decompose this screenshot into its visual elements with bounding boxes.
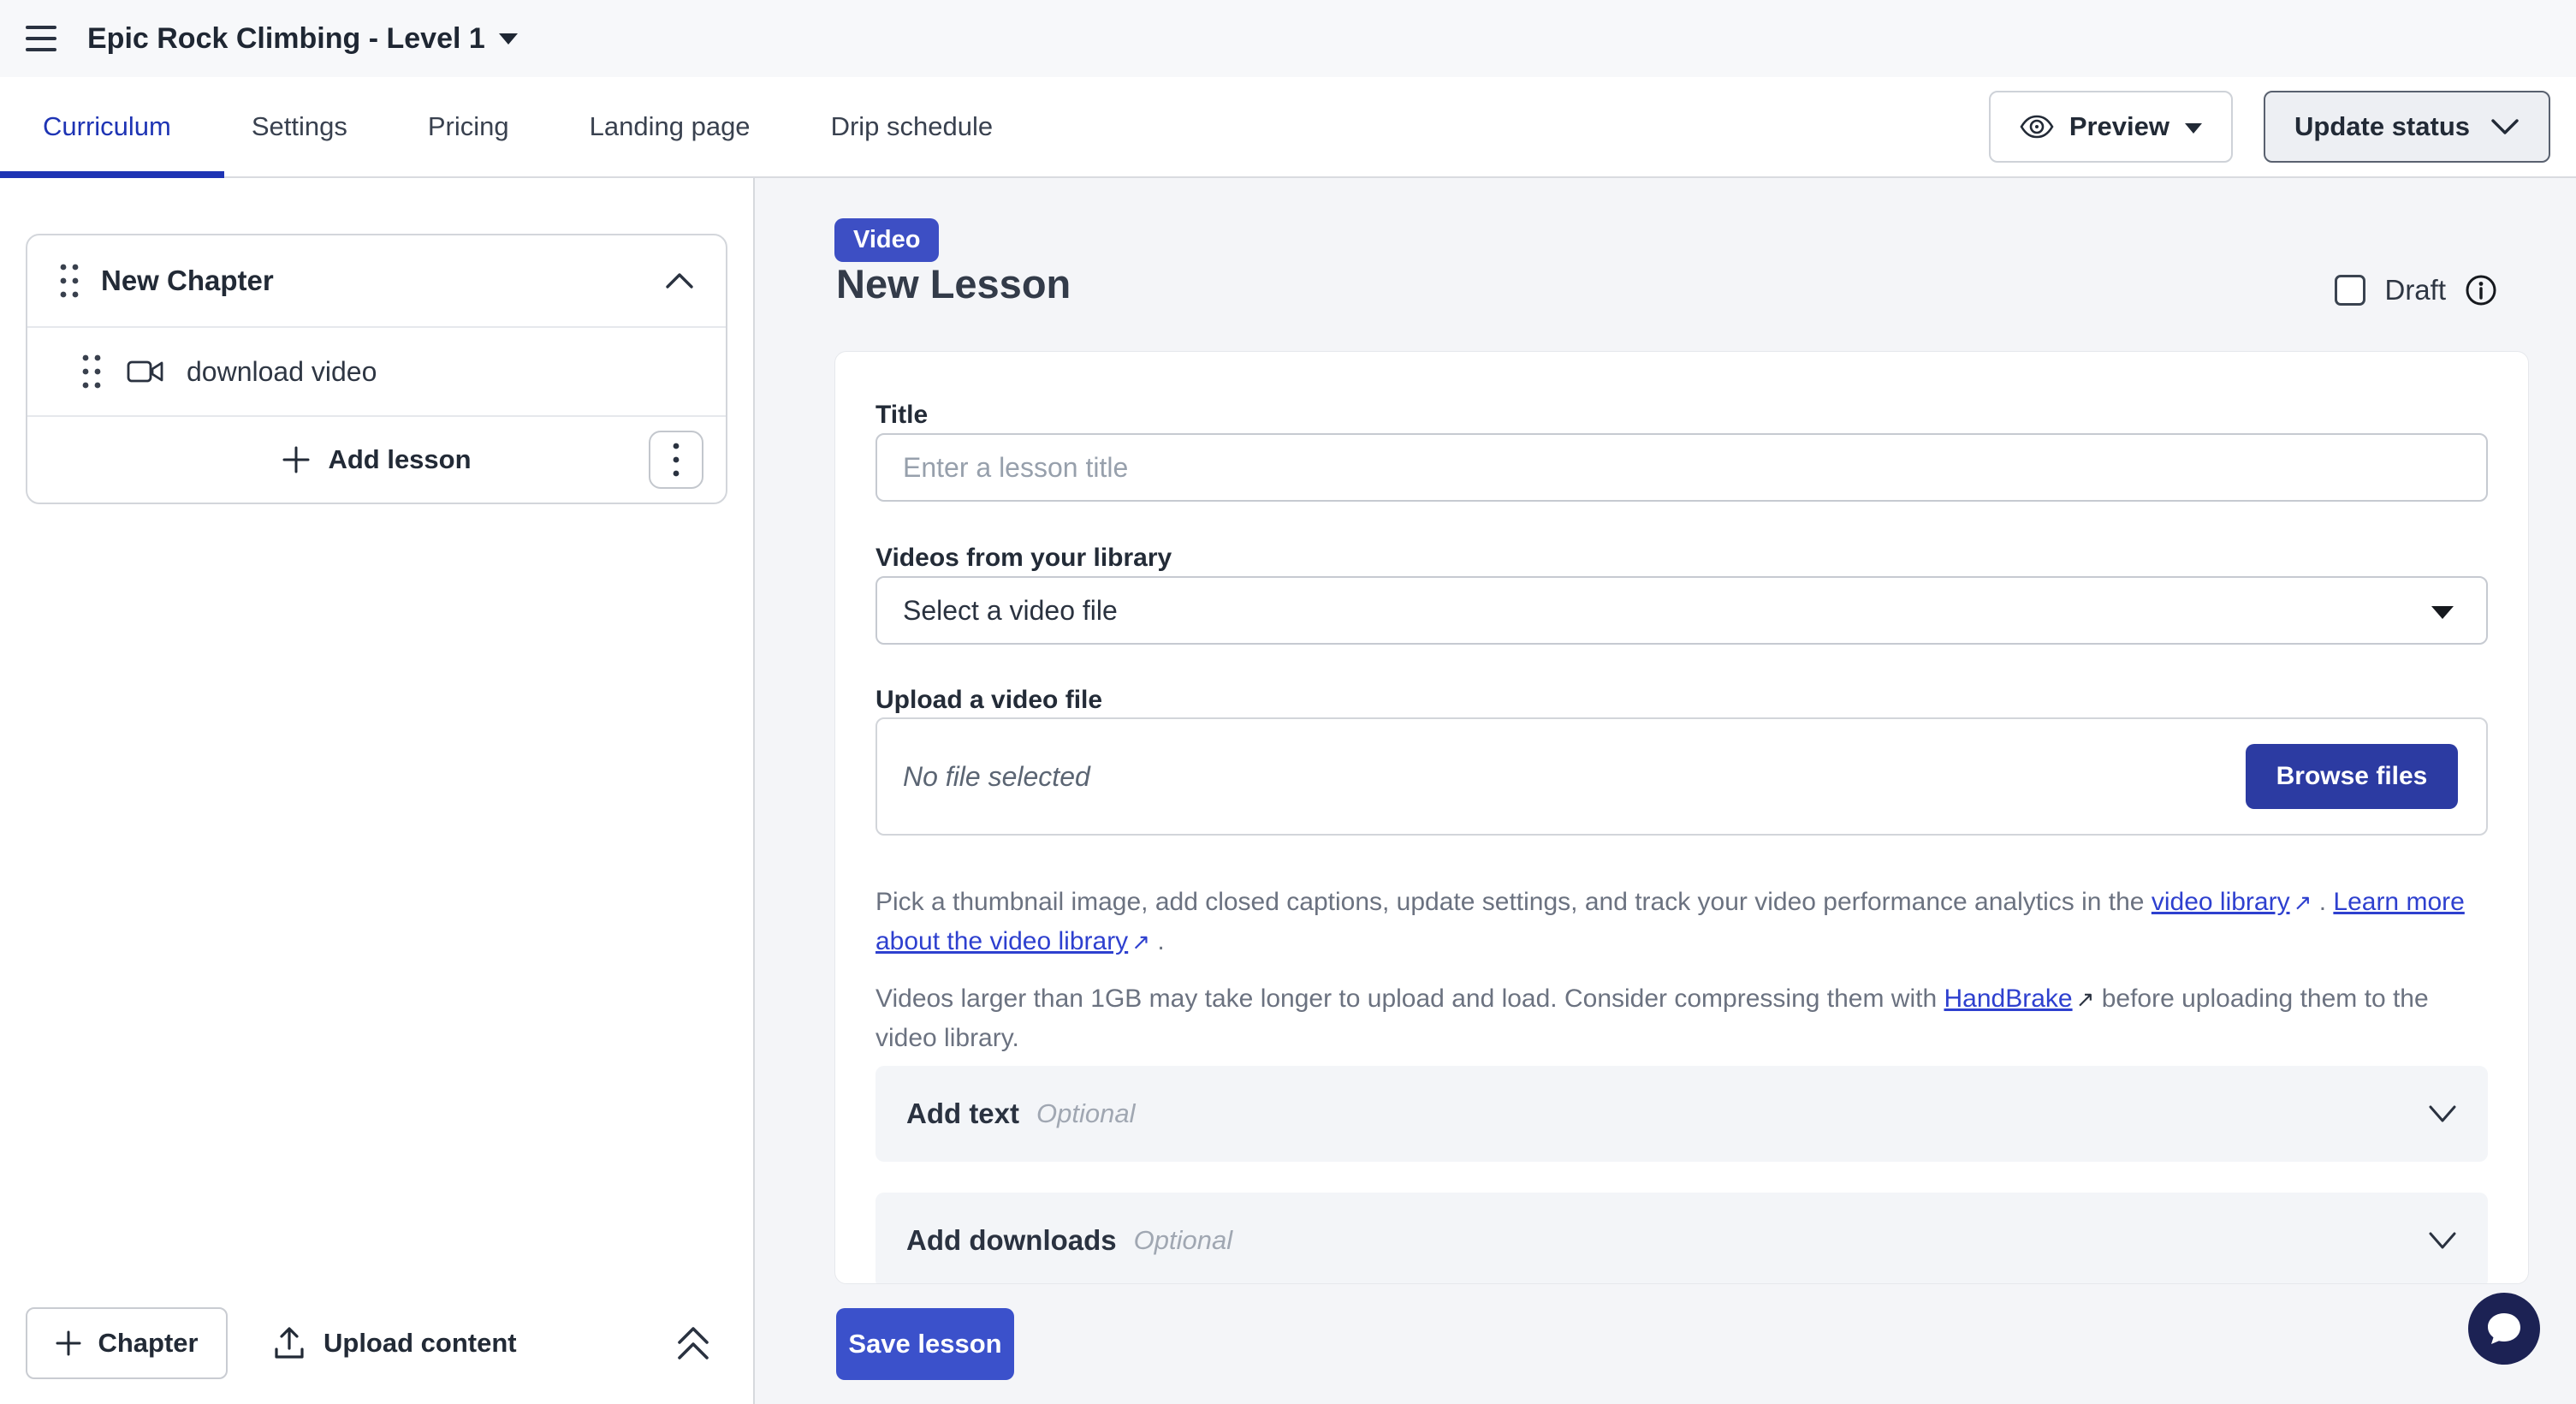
plus-icon [282,445,311,474]
chevron-down-icon [2490,117,2520,136]
course-title-dropdown[interactable]: Epic Rock Climbing - Level 1 [87,22,518,56]
plus-icon [55,1330,82,1357]
add-chapter-button[interactable]: Chapter [26,1307,228,1379]
handbrake-link[interactable]: HandBrake [1944,985,2073,1013]
external-link-icon: ↗ [1131,923,1150,961]
lesson-form-card: Title Videos from your library Select a … [834,351,2529,1284]
optional-label: Optional [1036,1098,1135,1129]
chevron-down-icon [2428,1104,2457,1123]
add-downloads-label: Add downloads [906,1224,1117,1257]
lesson-editor: Video New Lesson Draft Title Videos from… [755,178,2576,1404]
update-status-button[interactable]: Update status [2264,91,2550,163]
tab-landing-page[interactable]: Landing page [549,77,791,176]
chat-widget-button[interactable] [2468,1293,2540,1365]
chevron-down-icon [2431,606,2454,619]
no-file-text: No file selected [903,761,1090,793]
video-library-select-value: Select a video file [903,595,1118,627]
help-text-segment: . [1150,927,1165,955]
drag-handle-icon[interactable] [58,260,80,301]
video-library-select[interactable]: Select a video file [875,576,2488,645]
add-lesson-row: Add lesson [27,417,726,503]
curriculum-sidebar: New Chapter download video [0,178,755,1404]
lesson-title: download video [187,356,377,388]
draft-label: Draft [2384,274,2446,306]
update-status-label: Update status [2294,111,2470,142]
link-label: video library [2152,888,2290,916]
chevron-down-icon [2428,1231,2457,1250]
eye-icon [2020,115,2054,139]
external-link-icon: ↗ [2076,980,2095,1019]
chapter-header[interactable]: New Chapter [27,235,726,328]
tab-bar: Curriculum Settings Pricing Landing page… [0,77,2576,178]
save-lesson-button[interactable]: Save lesson [836,1308,1014,1380]
draft-toggle-row: Draft [2335,274,2497,306]
draft-checkbox[interactable] [2335,275,2365,306]
tabs: Curriculum Settings Pricing Landing page… [0,77,1033,176]
help-text-segment: Videos larger than 1GB may take longer t… [875,985,1944,1013]
video-library-link[interactable]: video library↗ [2152,888,2312,916]
chapter-card: New Chapter download video [26,234,727,504]
add-lesson-button[interactable]: Add lesson [282,444,471,475]
tab-pricing[interactable]: Pricing [388,77,549,176]
upload-content-label: Upload content [323,1328,517,1359]
upload-video-label: Upload a video file [875,686,1102,715]
link-label: HandBrake [1944,985,2073,1013]
add-text-label: Add text [906,1098,1019,1130]
lesson-item[interactable]: download video [27,328,726,417]
chevron-up-icon[interactable] [664,271,695,290]
video-library-help-text: Pick a thumbnail image, add closed capti… [875,883,2485,961]
title-label: Title [875,401,928,430]
sidebar-footer: Chapter Upload content [0,1306,753,1380]
hamburger-menu-icon[interactable] [26,26,56,51]
tab-curriculum[interactable]: Curriculum [0,77,211,176]
upload-icon [272,1325,306,1361]
lesson-type-badge: Video [834,218,939,262]
help-text-segment: Pick a thumbnail image, add closed capti… [875,888,2152,916]
info-icon[interactable] [2465,274,2497,306]
tab-drip-schedule[interactable]: Drip schedule [791,77,1034,176]
active-tab-indicator [0,171,224,178]
double-chevron-up-icon [674,1324,712,1363]
chevron-down-icon [499,33,518,45]
collapse-all-button[interactable] [674,1324,712,1363]
page-title: New Lesson [836,260,1071,307]
drag-handle-icon[interactable] [80,351,103,392]
external-link-icon: ↗ [2294,883,2312,922]
tabbar-actions: Preview Update status [1989,91,2550,163]
preview-button[interactable]: Preview [1989,91,2233,163]
chapter-options-button[interactable] [649,431,703,489]
help-text-segment: . [2312,888,2333,916]
video-camera-icon [127,359,164,384]
video-library-label: Videos from your library [875,544,1172,573]
handbrake-help-text: Videos larger than 1GB may take longer t… [875,979,2485,1057]
course-title: Epic Rock Climbing - Level 1 [87,22,485,56]
kebab-icon [673,442,680,478]
upload-content-button[interactable]: Upload content [272,1325,517,1361]
optional-label: Optional [1134,1225,1232,1256]
course-builder-app: Epic Rock Climbing - Level 1 Curriculum … [0,0,2576,1404]
chat-bubble-icon [2484,1310,2524,1347]
add-downloads-accordion[interactable]: Add downloads Optional [875,1193,2488,1284]
add-lesson-label: Add lesson [328,444,471,475]
chevron-down-icon [2185,123,2202,134]
add-chapter-label: Chapter [98,1328,198,1359]
topbar: Epic Rock Climbing - Level 1 [0,0,2576,77]
chapter-title: New Chapter [101,265,664,297]
add-text-accordion[interactable]: Add text Optional [875,1066,2488,1162]
preview-label: Preview [2069,111,2169,142]
tab-settings[interactable]: Settings [211,77,388,176]
lesson-title-input[interactable] [875,433,2488,502]
browse-files-button[interactable]: Browse files [2246,744,2458,809]
